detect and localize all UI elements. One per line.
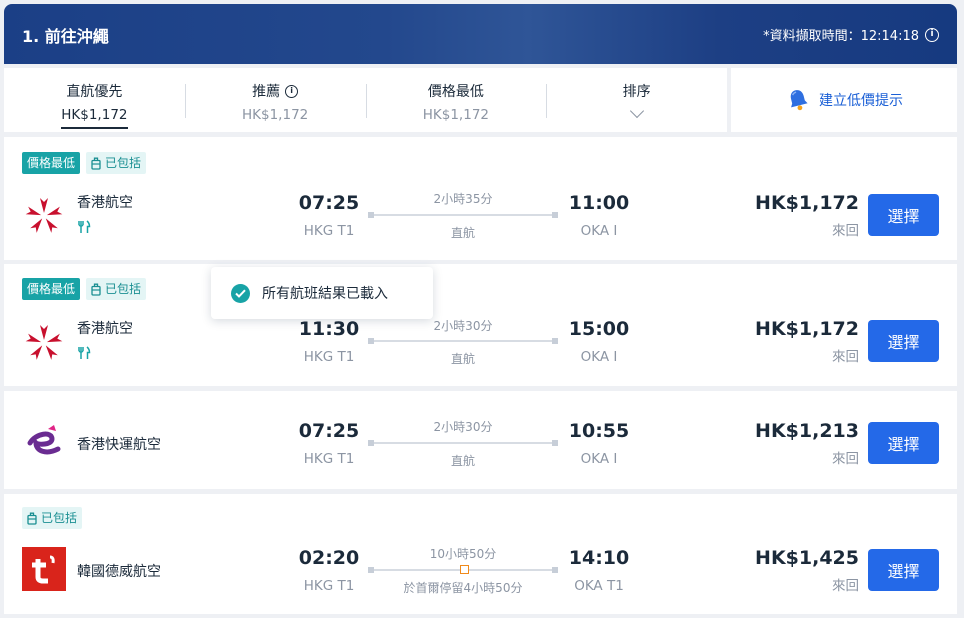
sort-tab-price: HK$1,172 <box>61 107 128 129</box>
trip-header: 1. 前往沖繩 *資料擷取時間：12:14:18 i <box>4 4 957 64</box>
departure-airport: HKG T1 <box>303 451 355 467</box>
flight-duration: 2小時35分 <box>433 192 493 206</box>
fetch-time-label: *資料擷取時間：12:14:18 <box>763 29 919 44</box>
sort-tab-label: 價格最低 <box>427 84 484 100</box>
select-flight-button[interactable]: 選擇 <box>868 194 939 236</box>
flight-route-line <box>368 440 558 446</box>
included-tag-label: 已包括 <box>105 156 142 170</box>
tag-row: 已包括 <box>22 507 83 529</box>
tway-air-logo-icon <box>22 547 66 591</box>
trip-type: 來回 <box>832 578 859 594</box>
lowest-price-tag: 價格最低 <box>22 152 81 174</box>
flight-duration: 2小時30分 <box>433 420 493 434</box>
flight-duration: 10小時50分 <box>429 547 497 561</box>
stop-info: 直航 <box>450 352 475 366</box>
select-flight-button[interactable]: 選擇 <box>868 422 939 464</box>
arrival-time: 11:00 <box>568 192 630 214</box>
sort-tab-label-wrap: 推薦 i <box>252 81 299 101</box>
stopover-marker <box>460 565 469 574</box>
check-circle-icon <box>231 283 250 303</box>
sort-dropdown[interactable]: 排序 <box>546 68 727 132</box>
flight-route-line <box>368 338 558 344</box>
flight-price: HK$1,172 <box>755 192 859 214</box>
departure-time: 11:30 <box>298 318 360 340</box>
included-tag-label: 已包括 <box>41 511 78 525</box>
sort-tab-label: 推薦 <box>252 84 281 100</box>
included-tag: 已包括 <box>86 278 147 300</box>
flight-card[interactable]: 已包括 韓國德威航空 02:20 HKG T1 10小時50分 於首爾停留4小時… <box>4 494 957 614</box>
arrival-time: 14:10 <box>568 547 630 569</box>
included-tag-label: 已包括 <box>105 282 142 296</box>
create-price-alert-button[interactable]: 建立低價提示 <box>731 68 957 132</box>
tag-row: 價格最低 已包括 <box>22 152 147 174</box>
lowest-price-tag: 價格最低 <box>22 278 81 300</box>
bell-icon <box>790 90 808 111</box>
flight-route-line <box>368 212 558 218</box>
stop-info: 直航 <box>450 454 475 468</box>
hong-kong-airlines-logo-icon <box>25 198 63 233</box>
sort-tab-price: HK$1,172 <box>422 107 489 123</box>
luggage-icon <box>91 283 101 296</box>
flight-card[interactable]: 價格最低 已包括 香港航空 11:30 HKG T1 2小時30分 直航 15:… <box>4 264 957 386</box>
meal-icon <box>78 220 91 233</box>
flight-price: HK$1,172 <box>755 318 859 340</box>
hong-kong-airlines-logo-icon <box>25 325 63 360</box>
select-flight-button[interactable]: 選擇 <box>868 549 939 591</box>
arrival-airport: OKA T1 <box>574 578 624 594</box>
flight-price: HK$1,213 <box>755 420 859 442</box>
airline-name: 香港航空 <box>77 321 133 337</box>
results-loaded-toast: 所有航班結果已載入 <box>211 267 433 319</box>
trip-title: 1. 前往沖繩 <box>22 27 109 46</box>
departure-airport: HKG T1 <box>303 578 355 594</box>
arrival-time: 10:55 <box>568 420 630 442</box>
flight-price: HK$1,425 <box>755 547 859 569</box>
info-icon[interactable]: i <box>925 27 939 42</box>
sort-tab-label: 直航優先 <box>66 84 123 100</box>
flight-card[interactable]: 香港快運航空 07:25 HKG T1 2小時30分 直航 10:55 OKA … <box>4 391 957 489</box>
airline-name: 香港快運航空 <box>77 437 161 453</box>
flight-card[interactable]: 價格最低 已包括 香港航空 07:25 HKG T1 2小時35分 直航 11:… <box>4 137 957 260</box>
sort-tab-direct-first[interactable]: 直航優先 HK$1,172 <box>4 68 185 132</box>
chevron-down-icon <box>629 103 644 119</box>
departure-time: 07:25 <box>298 420 360 442</box>
trip-type: 來回 <box>832 451 859 467</box>
flight-duration: 2小時30分 <box>433 319 493 333</box>
flight-results-page: 1. 前往沖繩 *資料擷取時間：12:14:18 i 直航優先 HK$1,172… <box>0 0 964 618</box>
airline-name: 韓國德威航空 <box>77 564 161 580</box>
airline-name: 香港航空 <box>77 195 133 211</box>
arrival-airport: OKA I <box>580 349 618 365</box>
sort-tab-price: HK$1,172 <box>242 107 309 123</box>
price-alert-label: 建立低價提示 <box>819 93 903 109</box>
arrival-airport: OKA I <box>580 451 618 467</box>
sort-tab-label: 排序 <box>622 84 651 100</box>
stop-info: 直航 <box>450 226 475 240</box>
luggage-icon <box>27 512 37 525</box>
meal-icon <box>78 346 91 359</box>
hk-express-logo-icon <box>27 425 61 455</box>
trip-type: 來回 <box>832 223 859 239</box>
included-tag: 已包括 <box>86 152 147 174</box>
departure-airport: HKG T1 <box>303 349 355 365</box>
fetch-time: *資料擷取時間：12:14:18 i <box>763 25 939 44</box>
tag-row: 價格最低 已包括 <box>22 278 147 300</box>
sort-tab-lowest-price[interactable]: 價格最低 HK$1,172 <box>365 68 547 132</box>
trip-type: 來回 <box>832 349 859 365</box>
arrival-time: 15:00 <box>568 318 630 340</box>
sort-bar: 直航優先 HK$1,172 推薦 i HK$1,172 價格最低 HK$1,17… <box>4 68 727 132</box>
luggage-icon <box>91 157 101 170</box>
stop-info: 於首爾停留4小時50分 <box>403 581 523 595</box>
flight-route-line <box>368 565 558 574</box>
departure-time: 07:25 <box>298 192 360 214</box>
toast-message: 所有航班結果已載入 <box>262 286 388 302</box>
departure-time: 02:20 <box>298 547 360 569</box>
arrival-airport: OKA I <box>580 223 618 239</box>
info-icon[interactable]: i <box>285 84 299 98</box>
sort-tab-recommended[interactable]: 推薦 i HK$1,172 <box>184 68 366 132</box>
included-tag: 已包括 <box>22 507 83 529</box>
departure-airport: HKG T1 <box>303 223 355 239</box>
select-flight-button[interactable]: 選擇 <box>868 320 939 362</box>
